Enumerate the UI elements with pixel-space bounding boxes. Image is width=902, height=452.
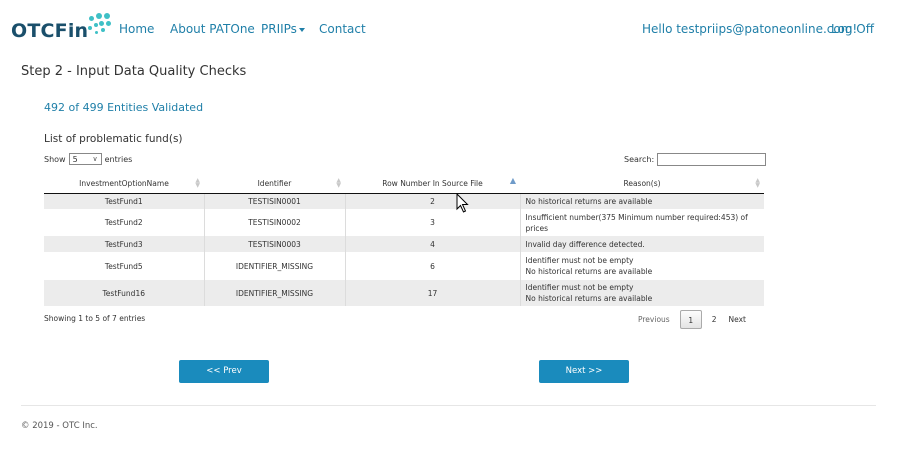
cell-reason: Invalid day difference detected. <box>519 236 764 252</box>
table-row: TestFund16 IDENTIFIER_MISSING 17 Identif… <box>44 280 764 306</box>
cell-row-number: 17 <box>344 280 520 306</box>
entries-select-value: 5 <box>72 154 78 164</box>
page-title: Step 2 - Input Data Quality Checks <box>21 64 247 79</box>
cell-identifier: TESTISIN0002 <box>203 209 345 236</box>
show-label: Show <box>44 154 66 164</box>
table-row: TestFund3 TESTISIN0003 4 Invalid day dif… <box>44 236 764 252</box>
caret-down-icon <box>298 27 305 32</box>
cell-reason: No historical returns are available <box>519 193 764 209</box>
reason-line: prices <box>525 223 549 233</box>
reason-line: Identifier must not be empty <box>525 256 634 265</box>
nav-priips-dropdown[interactable]: PRIIPs <box>261 22 305 36</box>
nav-priips-label: PRIIPs <box>261 22 297 36</box>
problematic-funds-table: InvestmentOptionName ▲ ▼ Identifier ▲ ▼ Row … <box>44 174 764 306</box>
cell-identifier: TESTISIN0001 <box>203 193 345 209</box>
nav-about-link[interactable]: About PATOne <box>170 22 255 36</box>
nav-links: Home About PATOne PRIIPs Contact Hello t… <box>0 0 902 60</box>
footer-copyright: © 2019 - OTC Inc. <box>21 421 98 431</box>
show-entries-control: Show 5 ∨ entries <box>44 153 132 165</box>
search-input[interactable] <box>657 153 767 166</box>
column-header-reasons[interactable]: Reason(s) ▲ ▼ <box>520 174 764 194</box>
sort-both-icon: ▲ ▼ <box>195 177 200 189</box>
cell-reason: Insufficient number(375 Minimum number r… <box>519 209 764 236</box>
cell-name: TestFund1 <box>44 193 204 209</box>
logoff-link[interactable]: Log Off <box>831 22 874 36</box>
table-search: Search: <box>624 153 767 166</box>
pagination-page-2[interactable]: 2 <box>706 310 723 329</box>
reason-line: No historical returns are available <box>525 294 653 303</box>
cell-name: TestFund2 <box>44 209 204 236</box>
column-header-name[interactable]: InvestmentOptionName ▲ ▼ <box>44 174 204 194</box>
search-label: Search: <box>624 155 655 164</box>
cell-identifier: TESTISIN0003 <box>203 236 345 252</box>
cell-row-number: 4 <box>344 236 520 252</box>
next-button[interactable]: Next >> <box>539 360 629 383</box>
cell-row-number: 2 <box>344 193 520 209</box>
sort-both-icon: ▲ ▼ <box>336 177 341 189</box>
navbar: OTCFin Home About PATOne PRIIPs Contact … <box>0 0 902 60</box>
reason-line: Insufficient number(375 Minimum number r… <box>525 212 748 222</box>
column-header-row-number[interactable]: Row Number In Source File ▲ <box>345 174 520 194</box>
reason-line: Identifier must not be empty <box>525 283 634 292</box>
nav-contact-link[interactable]: Contact <box>319 22 366 36</box>
chevron-down-icon: ∨ <box>92 155 98 163</box>
cell-reason: Identifier must not be empty No historica… <box>519 252 764 280</box>
reason-line: Invalid day difference detected. <box>525 239 645 249</box>
sort-both-icon: ▲ ▼ <box>755 177 760 189</box>
entries-label: entries <box>104 154 133 164</box>
cell-identifier: IDENTIFIER_MISSING <box>203 252 345 280</box>
table-row: TestFund1 TESTISIN0001 2 No historical r… <box>44 193 764 209</box>
mouse-cursor-icon <box>456 193 469 213</box>
cell-name: TestFund5 <box>44 252 204 280</box>
table-header-row: InvestmentOptionName ▲ ▼ Identifier ▲ ▼ Row … <box>44 174 764 194</box>
pagination-next[interactable]: Next <box>722 310 751 329</box>
column-header-identifier[interactable]: Identifier ▲ ▼ <box>204 174 345 194</box>
cell-name: TestFund16 <box>44 280 204 306</box>
table-info: Showing 1 to 5 of 7 entries <box>44 314 146 323</box>
reason-line: No historical returns are available <box>525 196 653 206</box>
cell-row-number: 3 <box>344 209 520 236</box>
reason-line: No historical returns are available <box>525 267 653 276</box>
list-title: List of problematic fund(s) <box>44 133 183 145</box>
pagination: Previous 1 2 Next <box>632 310 752 329</box>
table-row: TestFund2 TESTISIN0002 3 Insufficient nu… <box>44 209 764 236</box>
footer-divider <box>21 405 876 406</box>
pagination-previous[interactable]: Previous <box>632 310 676 329</box>
pagination-page-1[interactable]: 1 <box>679 310 702 329</box>
cell-reason: Identifier must not be empty No historica… <box>519 280 764 306</box>
prev-button[interactable]: << Prev <box>179 360 269 383</box>
validated-count: 492 of 499 Entities Validated <box>44 101 204 114</box>
cell-identifier: IDENTIFIER_MISSING <box>203 280 345 306</box>
cell-name: TestFund3 <box>44 236 204 252</box>
cell-row-number: 6 <box>344 252 520 280</box>
nav-home-link[interactable]: Home <box>119 22 154 36</box>
user-greeting-link[interactable]: Hello testpriips@patoneonline.com! <box>642 22 857 36</box>
table-row: TestFund5 IDENTIFIER_MISSING 6 Identifie… <box>44 252 764 280</box>
entries-select[interactable]: 5 ∨ <box>68 153 102 165</box>
